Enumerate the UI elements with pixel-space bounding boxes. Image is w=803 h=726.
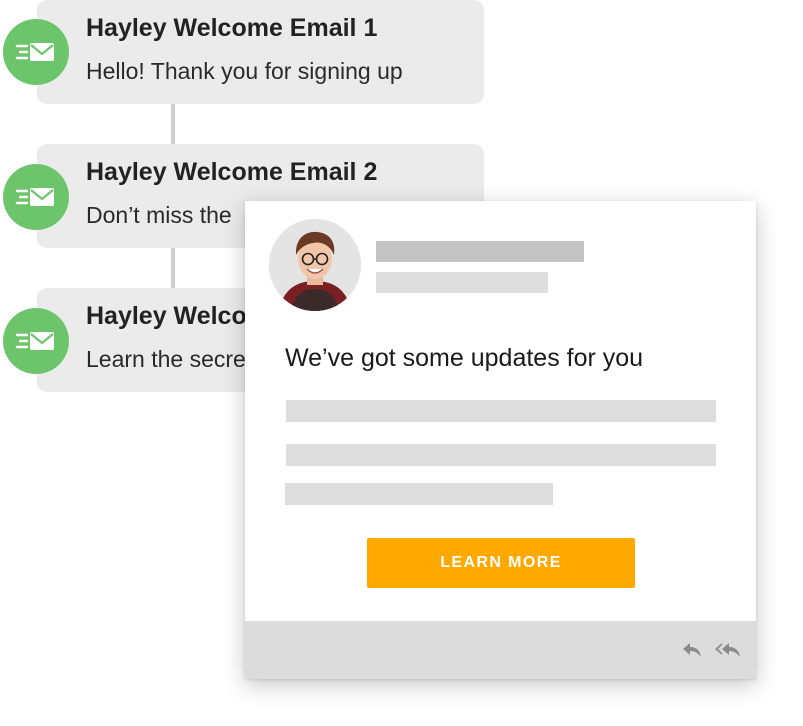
email-send-icon (3, 19, 69, 85)
learn-more-button[interactable]: LEARN MORE (367, 538, 635, 588)
avatar (269, 219, 361, 311)
reply-icon[interactable] (681, 641, 703, 664)
email-card-subtitle: Learn the secre (86, 346, 246, 372)
email-card-subtitle: Hello! Thank you for signing up (86, 58, 403, 84)
email-send-icon (3, 308, 69, 374)
sequence-connector (171, 248, 175, 289)
email-card-title: Hayley Welco (86, 302, 247, 330)
body-text-placeholder (286, 400, 716, 422)
email-card-subtitle: Don’t miss the (86, 202, 232, 228)
body-text-placeholder (285, 483, 553, 505)
body-text-placeholder (286, 444, 716, 466)
sender-name-placeholder (376, 241, 584, 262)
reply-all-icon[interactable] (714, 641, 742, 664)
email-preview: We’ve got some updates for you LEARN MOR… (245, 201, 756, 679)
email-footer (245, 621, 756, 679)
sequence-email-card[interactable]: Hayley Welcome Email 1 Hello! Thank you … (37, 0, 484, 104)
email-headline: We’ve got some updates for you (285, 344, 644, 372)
sequence-connector (171, 104, 175, 145)
sender-email-placeholder (376, 272, 548, 293)
email-send-icon (3, 164, 69, 230)
email-card-title: Hayley Welcome Email 2 (86, 158, 378, 186)
email-card-title: Hayley Welcome Email 1 (86, 14, 378, 42)
